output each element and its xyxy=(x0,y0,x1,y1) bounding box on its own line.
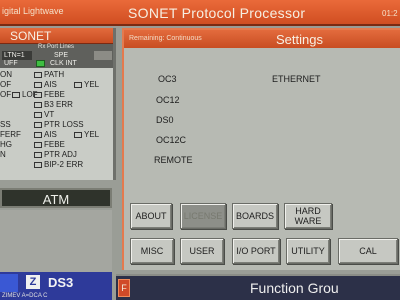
alarm-label: VT xyxy=(44,110,55,119)
alarm-left-label: SS xyxy=(0,120,11,129)
alarm-list: ON PATH OF AIS YEL OF LOF FEBE B3 ERR VT… xyxy=(0,70,113,170)
about-button[interactable]: ABOUT xyxy=(130,203,172,229)
utility-button[interactable]: UTILITY xyxy=(286,238,330,264)
checkbox-icon[interactable] xyxy=(34,101,42,108)
alarm-left-label: OF xyxy=(0,90,12,99)
settings-option-oc12c[interactable]: OC12C xyxy=(156,135,186,145)
checkbox-icon[interactable] xyxy=(34,91,42,98)
uff-label: UFF xyxy=(4,60,18,67)
alarm-left-label: HG xyxy=(0,140,12,149)
settings-option-oc12[interactable]: OC12 xyxy=(156,95,180,105)
alarm-label: BIP-2 ERR xyxy=(44,160,84,169)
alarm-row: B3 ERR xyxy=(0,100,113,110)
alarm-label: FEBE xyxy=(44,140,65,149)
rx-port-lines-label: Rx Port Lines xyxy=(38,44,75,50)
ds3-badge-icon: Z xyxy=(26,275,40,289)
alarm-label: AIS xyxy=(44,80,57,89)
title-bar: igital Lightwave SONET Protocol Processo… xyxy=(0,0,400,26)
clk-int-label: CLK INT xyxy=(50,60,77,67)
alarm-label: PTR ADJ xyxy=(44,150,77,159)
boards-button[interactable]: BOARDS xyxy=(232,203,278,229)
settings-option-remote[interactable]: REMOTE xyxy=(154,155,193,165)
ds3-tab[interactable]: Z DS3 ZIMEV A=DCA C xyxy=(0,272,112,300)
alarm-label: PATH xyxy=(44,70,65,79)
alarm-row: OF LOF FEBE xyxy=(0,90,113,100)
checkbox-icon[interactable] xyxy=(34,111,42,118)
ds3-subtext: ZIMEV A=DCA C xyxy=(2,293,48,299)
alarm-row: OF AIS YEL xyxy=(0,80,113,90)
alarm-label: AIS xyxy=(44,130,57,139)
settings-panel: Remaining: Continuous Settings OC3 ETHER… xyxy=(122,28,400,270)
left-panel-fill xyxy=(0,210,112,272)
checkbox-icon[interactable] xyxy=(34,151,42,158)
checkbox-icon[interactable] xyxy=(34,131,42,138)
clock-text: 01:2 xyxy=(382,9,398,18)
checkbox-icon[interactable] xyxy=(34,121,42,128)
sonet-panel-title: SONET xyxy=(0,28,113,44)
hardware-button[interactable]: HARD WARE xyxy=(284,203,332,229)
sonet-subheader: Rx Port Lines LTN=1 SPE UFF CLK INT xyxy=(0,44,113,68)
cal-button[interactable]: CAL xyxy=(338,238,398,264)
alarm-row: VT xyxy=(0,110,113,120)
checkbox-icon[interactable] xyxy=(34,141,42,148)
ds3-label: DS3 xyxy=(48,275,74,290)
alarm-label: B3 ERR xyxy=(44,100,73,109)
alarm-left-label: N xyxy=(0,150,6,159)
settings-option-ds0[interactable]: DS0 xyxy=(156,115,174,125)
checkbox-icon[interactable] xyxy=(34,81,42,88)
checkbox-icon[interactable] xyxy=(12,91,20,98)
settings-title: Settings xyxy=(276,32,323,47)
alarm-row: HG FEBE xyxy=(0,140,113,150)
alarm-row: FERF AIS YEL xyxy=(0,130,113,140)
app-title: SONET Protocol Processor xyxy=(128,5,306,21)
misc-button[interactable]: MISC xyxy=(130,238,174,264)
alarm-label: FEBE xyxy=(44,90,65,99)
user-button[interactable]: USER xyxy=(180,238,224,264)
ds3-color-swatch xyxy=(0,274,18,292)
checkbox-icon[interactable] xyxy=(34,71,42,78)
brand-text: igital Lightwave xyxy=(2,6,64,16)
spe-toggle[interactable] xyxy=(94,51,112,60)
settings-option-ethernet[interactable]: ETHERNET xyxy=(272,74,321,84)
alarm-left-label: FERF xyxy=(0,130,21,139)
alarm-extra-label: YEL xyxy=(84,130,100,139)
alarm-row: N PTR ADJ xyxy=(0,150,113,160)
settings-option-oc3[interactable]: OC3 xyxy=(158,74,177,84)
license-button[interactable]: LICENSE xyxy=(180,203,226,229)
alarm-extra-label: YEL xyxy=(84,80,100,89)
io-port-button[interactable]: I/O PORT xyxy=(232,238,280,264)
sonet-panel: SONET Rx Port Lines LTN=1 SPE UFF CLK IN… xyxy=(0,28,116,180)
settings-header: Remaining: Continuous Settings xyxy=(124,30,400,48)
alarm-left-label: ON xyxy=(0,70,12,79)
alarm-row: BIP-2 ERR xyxy=(0,160,113,170)
remaining-label: Remaining: Continuous xyxy=(129,35,202,42)
atm-tab[interactable]: ATM xyxy=(0,188,112,208)
checkbox-icon[interactable] xyxy=(34,161,42,168)
alarm-row: SS PTR LOSS xyxy=(0,120,113,130)
clk-led-icon xyxy=(36,60,45,67)
alarm-label: PTR LOSS xyxy=(44,120,84,129)
function-icon[interactable]: F xyxy=(118,279,130,297)
checkbox-icon[interactable] xyxy=(74,81,82,88)
function-group-bar: F Function Grou xyxy=(116,274,400,300)
checkbox-icon[interactable] xyxy=(74,131,82,138)
alarm-row: ON PATH xyxy=(0,70,113,80)
alarm-left-label: OF xyxy=(0,80,12,89)
function-group-title: Function Grou xyxy=(250,280,339,296)
